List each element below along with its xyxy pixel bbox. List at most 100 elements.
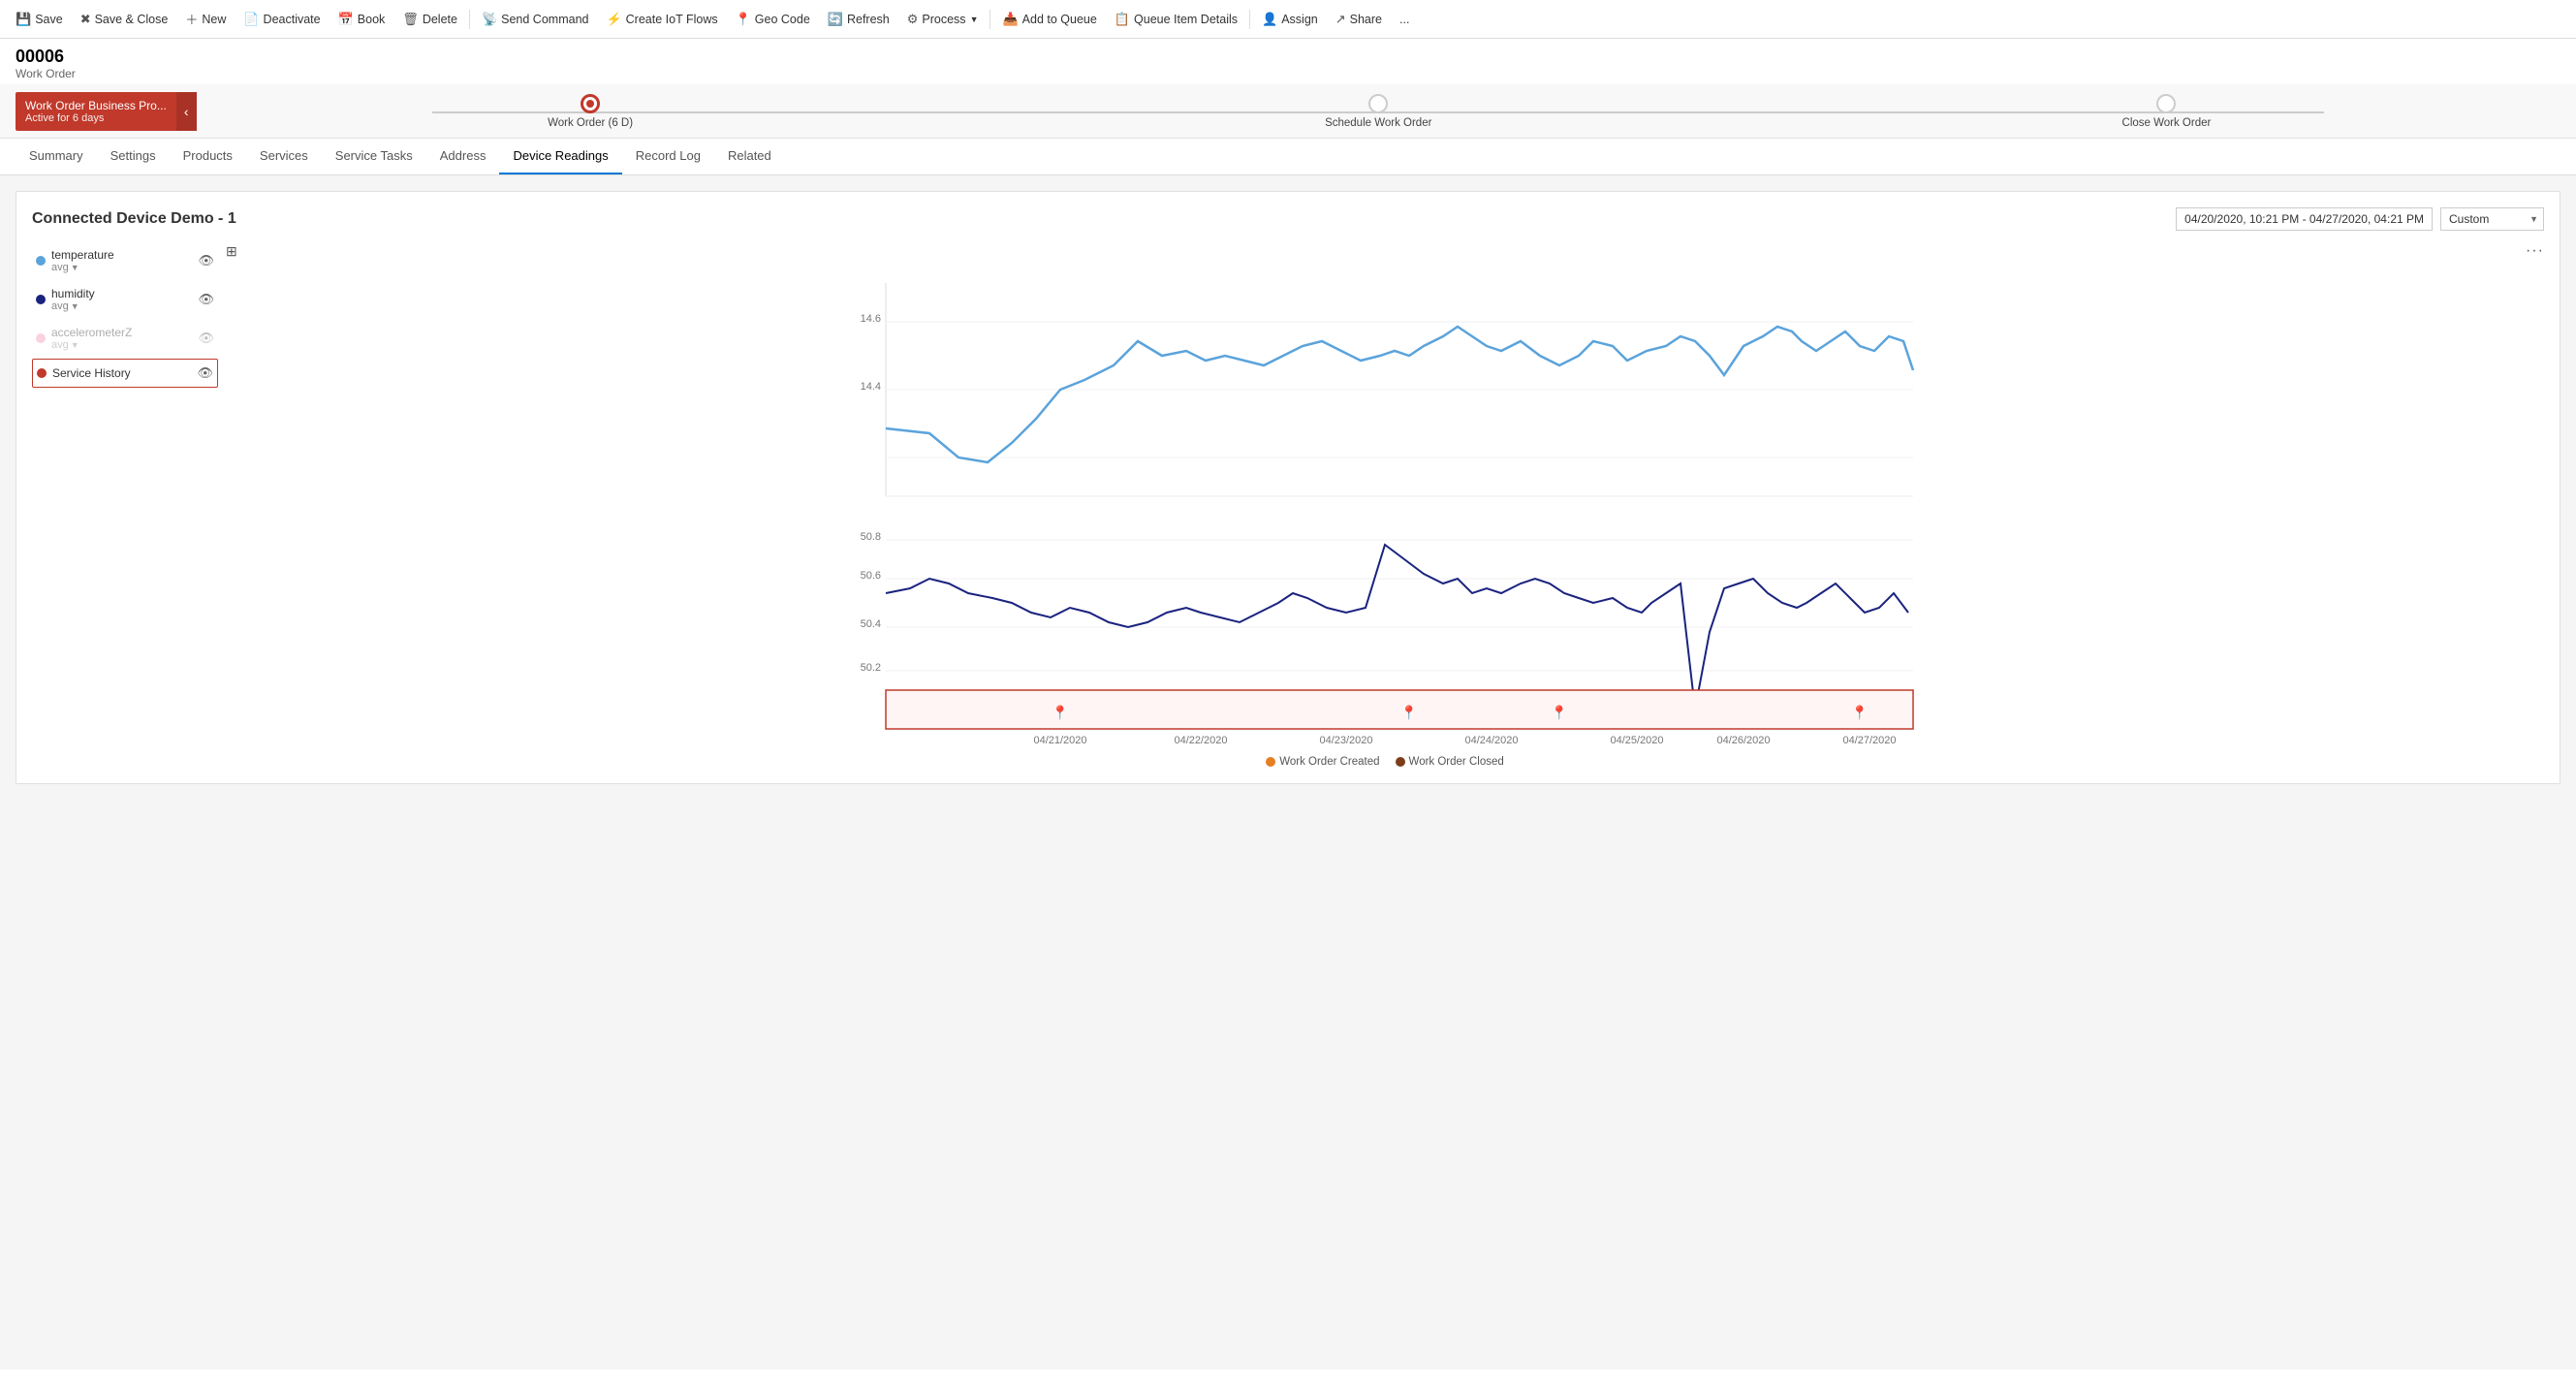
svg-text:04/21/2020: 04/21/2020 [1033, 735, 1086, 746]
chart-bottom-legend: Work Order Created Work Order Closed [226, 756, 2544, 768]
book-icon: 📅 [338, 12, 354, 27]
legend-dot-2 [36, 333, 46, 343]
svg-text:📍: 📍 [1851, 705, 1868, 721]
stage-label-1: Work Order (6 D) [548, 117, 633, 129]
deactivate-button[interactable]: 📄 Deactivate [236, 8, 328, 31]
queue-details-icon: 📋 [1115, 12, 1130, 27]
refresh-button[interactable]: 🔄 Refresh [820, 8, 897, 31]
device-card: Connected Device Demo - 1 04/20/2020, 10… [16, 191, 2560, 784]
stage-progress: Work Order (6 D) Schedule Work Order Clo… [197, 94, 2561, 129]
more-button[interactable]: ... [1392, 9, 1417, 30]
record-type: Work Order [16, 67, 2560, 80]
legend-dot-0 [36, 256, 46, 266]
save-close-icon: ✖ [80, 12, 91, 27]
device-card-header: Connected Device Demo - 1 04/20/2020, 10… [32, 207, 2544, 231]
new-button[interactable]: ＋ New [177, 6, 234, 32]
record-header: 00006 Work Order [0, 39, 2576, 84]
stage-circle-3 [2156, 94, 2176, 113]
svg-text:04/25/2020: 04/25/2020 [1610, 735, 1663, 746]
bottom-dot-1 [1396, 757, 1405, 767]
geo-code-icon: 📍 [736, 12, 751, 27]
date-range-display: 04/20/2020, 10:21 PM - 04/27/2020, 04:21… [2176, 207, 2433, 231]
tab-summary[interactable]: Summary [16, 139, 97, 174]
assign-button[interactable]: 👤 Assign [1254, 8, 1326, 31]
toolbar: 💾 Save ✖ Save & Close ＋ New 📄 Deactivate… [0, 0, 2576, 39]
separator-3 [1249, 10, 1250, 29]
bottom-legend-item-1: Work Order Closed [1396, 756, 1504, 768]
share-button[interactable]: ↗ Share [1328, 8, 1390, 31]
layers-icon[interactable]: ⊞ [226, 243, 237, 260]
save-button[interactable]: 💾 Save [8, 8, 71, 31]
device-card-controls: 04/20/2020, 10:21 PM - 04/27/2020, 04:21… [2176, 207, 2544, 231]
stage-label-2: Schedule Work Order [1325, 117, 1431, 129]
tab-services[interactable]: Services [246, 139, 322, 174]
chart-more-button[interactable]: ··· [2526, 242, 2544, 260]
tab-device-readings[interactable]: Device Readings [499, 139, 621, 174]
process-button[interactable]: ⚙ Process ▼ [899, 8, 987, 31]
svg-text:04/27/2020: 04/27/2020 [1842, 735, 1896, 746]
stage-bar: Work Order Business Pro... Active for 6 … [0, 84, 2576, 139]
svg-text:50.6: 50.6 [861, 570, 881, 582]
stage-circle-2 [1368, 94, 1388, 113]
stage-label-3: Close Work Order [2122, 117, 2212, 129]
stage-active-button[interactable]: Work Order Business Pro... Active for 6 … [16, 92, 176, 131]
tab-record-log[interactable]: Record Log [622, 139, 714, 174]
period-select[interactable]: CustomLast 1 hourLast 12 hoursLast 24 ho… [2440, 207, 2544, 231]
queue-details-button[interactable]: 📋 Queue Item Details [1107, 8, 1245, 31]
save-close-button[interactable]: ✖ Save & Close [73, 8, 176, 31]
legend-eye-1[interactable]: 👁 [198, 292, 214, 307]
stage-circle-1 [581, 94, 600, 113]
tab-service-tasks[interactable]: Service Tasks [322, 139, 426, 174]
share-icon: ↗ [1335, 12, 1346, 27]
chart-area: ⊞ ··· 14.6 14.4 [226, 242, 2544, 768]
stage-back-button[interactable]: ‹ [176, 92, 197, 131]
book-button[interactable]: 📅 Book [330, 8, 393, 31]
legend-eye-0[interactable]: 👁 [198, 253, 214, 268]
svg-text:14.6: 14.6 [861, 313, 881, 325]
legend-label-1: humidity [51, 287, 95, 300]
chart-svg: 14.6 14.4 50.8 50.6 [226, 264, 2544, 748]
tab-related[interactable]: Related [714, 139, 785, 174]
svg-text:04/23/2020: 04/23/2020 [1319, 735, 1372, 746]
legend-dot-1 [36, 295, 46, 304]
create-iot-button[interactable]: ⚡ Create IoT Flows [598, 8, 725, 31]
legend-eye-3[interactable]: 👁 [197, 365, 213, 381]
svg-text:04/22/2020: 04/22/2020 [1174, 735, 1227, 746]
legend-item-0[interactable]: temperatureavg ▼👁 [32, 242, 218, 279]
svg-text:50.8: 50.8 [861, 531, 881, 543]
legend-item-2[interactable]: accelerometerZavg ▼👁 [32, 320, 218, 357]
geo-code-button[interactable]: 📍 Geo Code [728, 8, 818, 31]
svg-text:04/26/2020: 04/26/2020 [1716, 735, 1770, 746]
svg-text:14.4: 14.4 [861, 381, 881, 393]
delete-button[interactable]: 🗑 Delete [394, 8, 465, 31]
create-iot-icon: ⚡ [606, 12, 621, 27]
send-command-button[interactable]: 📡 Send Command [474, 8, 597, 31]
period-select-wrapper[interactable]: CustomLast 1 hourLast 12 hoursLast 24 ho… [2440, 207, 2544, 231]
stage-item-2: Schedule Work Order [985, 94, 1773, 129]
process-icon: ⚙ [907, 12, 919, 27]
tab-products[interactable]: Products [170, 139, 246, 174]
bottom-legend-item-0: Work Order Created [1266, 756, 1379, 768]
bottom-legend-label-1: Work Order Closed [1409, 756, 1504, 768]
save-icon: 💾 [16, 12, 31, 27]
legend-dot-3 [37, 368, 47, 378]
svg-text:50.4: 50.4 [861, 618, 881, 630]
add-queue-button[interactable]: 📥 Add to Queue [994, 8, 1104, 31]
send-command-icon: 📡 [482, 12, 497, 27]
svg-text:📍: 📍 [1052, 705, 1068, 721]
process-chevron: ▼ [970, 15, 979, 24]
svg-text:50.2: 50.2 [861, 662, 881, 674]
tab-settings[interactable]: Settings [97, 139, 170, 174]
chart-legend: temperatureavg ▼👁humidityavg ▼👁accelerom… [32, 242, 226, 768]
legend-item-3[interactable]: Service History👁 [32, 359, 218, 388]
delete-icon: 🗑 [402, 12, 419, 27]
bottom-legend-label-0: Work Order Created [1279, 756, 1379, 768]
svg-text:📍: 📍 [1400, 705, 1417, 721]
legend-eye-2[interactable]: 👁 [198, 331, 214, 346]
assign-icon: 👤 [1262, 12, 1277, 27]
legend-label-0: temperature [51, 248, 114, 262]
record-id: 00006 [16, 47, 2560, 67]
separator-1 [469, 10, 470, 29]
tab-address[interactable]: Address [426, 139, 500, 174]
legend-item-1[interactable]: humidityavg ▼👁 [32, 281, 218, 318]
